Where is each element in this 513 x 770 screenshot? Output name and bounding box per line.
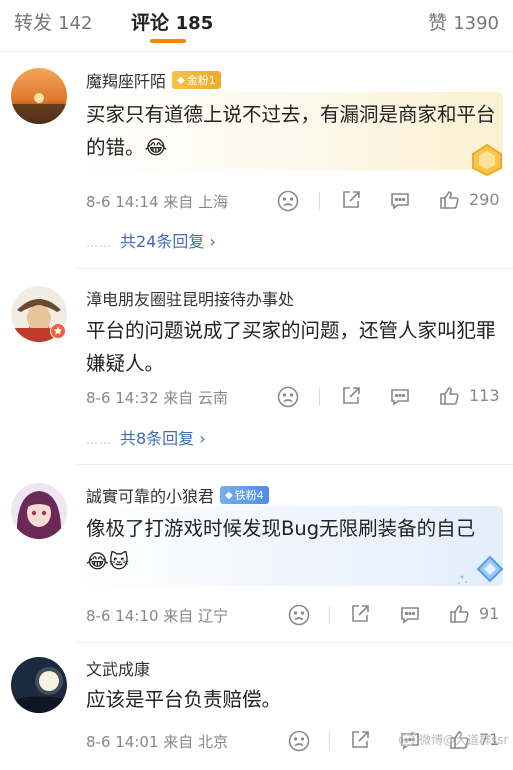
comment-text: 平台的问题说成了买家的问题，还管人家叫犯罪嫌疑人。 bbox=[86, 319, 496, 375]
like-thumb-icon[interactable] bbox=[438, 188, 462, 212]
moon-avatar-image bbox=[11, 657, 67, 713]
action-separator bbox=[319, 388, 320, 406]
username-row: 魔羯座阡陌 ◆ 金粉1 bbox=[86, 69, 221, 91]
comment-bubble-icon[interactable] bbox=[388, 385, 412, 409]
view-replies-label: 共24条回复 › bbox=[120, 232, 216, 251]
watermark-text: 微博@大道群ssr bbox=[419, 733, 509, 747]
like-count: 113 bbox=[469, 386, 500, 405]
comment-meta: 8-6 14:10 来自 辽宁 bbox=[86, 607, 229, 625]
username-row: 文武成康 bbox=[86, 657, 150, 679]
view-replies-link[interactable]: …… 共8条回复 › bbox=[86, 425, 206, 449]
active-tab-indicator bbox=[150, 39, 186, 43]
blue-diamond-badge-icon bbox=[456, 553, 504, 591]
action-separator bbox=[329, 606, 330, 624]
like-thumb-icon[interactable] bbox=[448, 602, 472, 626]
reply-dots: …… bbox=[86, 433, 112, 447]
weibo-logo-icon bbox=[398, 729, 418, 747]
sunset-avatar-image bbox=[11, 68, 67, 124]
comment-divider bbox=[76, 642, 513, 643]
username-row: 漳电朋友圈驻昆明接待办事处 bbox=[86, 287, 294, 309]
tab-comments-count: 185 bbox=[175, 13, 214, 34]
username-row: 誠實可靠的小狼君 ◆ 铁粉4 bbox=[86, 484, 269, 506]
fan-badge-label: 铁粉4 bbox=[234, 489, 264, 502]
action-separator bbox=[319, 192, 320, 210]
fan-badge[interactable]: ◆ 铁粉4 bbox=[220, 486, 269, 504]
dislike-face-icon[interactable] bbox=[276, 189, 300, 213]
tab-repost[interactable]: 转发 142 bbox=[14, 8, 92, 35]
username[interactable]: 漳电朋友圈驻昆明接待办事处 bbox=[86, 286, 294, 310]
comment-divider bbox=[76, 268, 513, 269]
tab-likes-label: 赞 bbox=[428, 12, 448, 34]
verified-badge-icon bbox=[50, 323, 66, 343]
view-replies-link[interactable]: …… 共24条回复 › bbox=[86, 228, 216, 252]
gold-diamond-badge-icon bbox=[468, 142, 506, 182]
username[interactable]: 誠實可靠的小狼君 bbox=[86, 483, 214, 507]
username[interactable]: 魔羯座阡陌 bbox=[86, 68, 166, 92]
share-icon[interactable] bbox=[339, 188, 363, 212]
comment-text: 买家只有道德上说不过去，有漏洞是商家和平台的错。😂 bbox=[86, 103, 496, 159]
reply-dots: …… bbox=[86, 236, 112, 250]
badge-gem-icon: ◆ bbox=[177, 74, 185, 86]
tab-comments[interactable]: 评论 185 bbox=[131, 8, 213, 35]
fan-badge[interactable]: ◆ 金粉1 bbox=[172, 71, 221, 89]
tab-repost-count: 142 bbox=[58, 13, 93, 34]
dislike-face-icon[interactable] bbox=[287, 603, 311, 627]
share-icon[interactable] bbox=[339, 384, 363, 408]
tab-repost-label: 转发 bbox=[14, 12, 53, 34]
tabs-divider bbox=[0, 51, 513, 52]
dislike-face-icon[interactable] bbox=[276, 385, 300, 409]
action-separator bbox=[329, 732, 330, 750]
comment-text: 应该是平台负责赔偿。 bbox=[86, 688, 282, 711]
comment-meta: 8-6 14:14 来自 上海 bbox=[86, 193, 229, 211]
tab-likes[interactable]: 赞 1390 bbox=[428, 8, 499, 35]
like-count: 290 bbox=[469, 190, 500, 209]
comment-text: 像极了打游戏时候发现Bug无限刷装备的自己😂🐱 bbox=[86, 517, 476, 573]
anime-avatar-image bbox=[11, 483, 67, 539]
tab-comments-label: 评论 bbox=[131, 12, 170, 34]
view-replies-label: 共8条回复 › bbox=[120, 429, 206, 448]
like-thumb-icon[interactable] bbox=[438, 384, 462, 408]
comment-bubble-icon[interactable] bbox=[388, 189, 412, 213]
avatar[interactable] bbox=[11, 68, 67, 124]
comment-divider bbox=[76, 464, 513, 465]
comment-bubble-icon[interactable] bbox=[398, 603, 422, 627]
share-icon[interactable] bbox=[348, 602, 372, 626]
tab-likes-count: 1390 bbox=[453, 13, 499, 34]
comment-meta: 8-6 14:01 来自 北京 bbox=[86, 733, 229, 751]
fan-badge-label: 金粉1 bbox=[186, 74, 216, 87]
avatar[interactable] bbox=[11, 657, 67, 713]
comment-tabs: 转发 142 评论 185 赞 1390 bbox=[0, 0, 513, 44]
share-icon[interactable] bbox=[348, 728, 372, 752]
like-count: 91 bbox=[479, 604, 500, 623]
username[interactable]: 文武成康 bbox=[86, 656, 150, 680]
avatar[interactable] bbox=[11, 483, 67, 539]
comment-meta: 8-6 14:32 来自 云南 bbox=[86, 389, 229, 407]
dislike-face-icon[interactable] bbox=[287, 729, 311, 753]
badge-gem-icon: ◆ bbox=[225, 489, 233, 501]
